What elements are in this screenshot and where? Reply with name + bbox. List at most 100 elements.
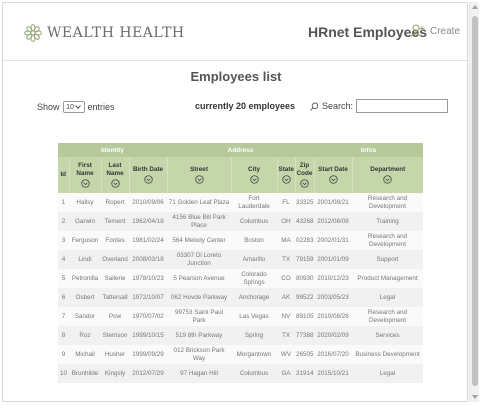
sort-icon[interactable] (80, 179, 90, 188)
sort-icon[interactable] (383, 175, 392, 184)
table-row[interactable]: 5 Petronilla Sallerie 1978/10/23 5 Pearson A… (58, 269, 423, 288)
col-birth-date-header[interactable]: Birth Date (128, 157, 167, 193)
create-label: Create (430, 25, 461, 37)
col-zip-code-cell: 31914 (295, 364, 315, 383)
col-last-name-header[interactable]: Last Name (100, 157, 129, 193)
scroll-up-arrow[interactable] (472, 5, 478, 9)
col-department-header[interactable]: Department (351, 157, 423, 193)
create-button[interactable]: Create (410, 23, 460, 39)
page-title: Employees list (190, 69, 282, 84)
col-birth-date-cell: 1962/04/18 (129, 212, 167, 231)
column-label: State (278, 165, 294, 173)
col-street-cell: 012 Brickson Park Way (167, 345, 231, 364)
table-row[interactable]: 2 Garwin Tement 1962/04/18 4156 Blue Bill Pa… (58, 212, 423, 231)
table-row[interactable]: 7 Sandor Pow 1970/07/02 99753 Saint Paul Par… (58, 307, 423, 326)
col-zip-code-cell: 43268 (295, 212, 315, 231)
col-city-cell: Morgantown (231, 345, 277, 364)
col-zip-code-cell: 89105 (295, 307, 315, 326)
sort-icon[interactable] (328, 175, 338, 184)
col-id-cell: 2 (58, 212, 69, 231)
col-state-cell: CO (277, 269, 295, 288)
col-first-name-cell: Sandor (69, 307, 101, 326)
col-department-cell: Training (352, 212, 423, 231)
col-first-name-cell: Petronilla (69, 269, 101, 288)
header: WEALTH HEALTH HRnet Employees Create (3, 3, 467, 61)
show-label: Show (37, 102, 60, 112)
col-street-cell: 99753 Saint Paul Park (167, 307, 231, 326)
entries-select[interactable]: 10 (62, 101, 85, 113)
brand[interactable]: WEALTH HEALTH (23, 23, 185, 43)
col-street-cell: 03307 Di Loreto Junction (167, 250, 231, 269)
scroll-down-arrow[interactable] (472, 395, 478, 399)
col-zip-code-cell: 26505 (295, 345, 315, 364)
col-last-name-cell: Overland (101, 250, 129, 269)
flower-logo-icon (24, 24, 42, 42)
col-city-header[interactable]: City (230, 157, 277, 193)
col-zip-code-cell: 33325 (295, 193, 315, 212)
column-label: Birth Date (132, 165, 164, 173)
sort-icon[interactable] (110, 179, 120, 188)
col-zip-code-header[interactable]: Zip Code (294, 157, 315, 193)
col-street-cell: 5 Pearson Avenue (167, 269, 231, 288)
search-icon (310, 102, 319, 111)
table-row[interactable]: 3 Ferguson Fontes 1981/02/24 564 Melody Cent… (58, 231, 423, 250)
col-zip-code-cell: 79159 (295, 250, 315, 269)
col-birth-date-cell: 1999/10/15 (129, 326, 167, 345)
group-header-row: Identity Address Infos (58, 143, 423, 157)
search-input[interactable] (356, 99, 449, 113)
col-birth-date-cell: 1999/09/29 (129, 345, 167, 364)
table-row[interactable]: 8 Roz Stemson 1999/10/15 519 8th Parkway Spri… (58, 326, 423, 345)
col-first-name-cell: Roz (69, 326, 101, 345)
col-city-cell: Amarillo (231, 250, 277, 269)
col-id-cell: 4 (58, 250, 69, 269)
scroll-thumb[interactable] (472, 16, 478, 386)
column-label: Street (190, 165, 208, 173)
col-last-name-cell: Husher (101, 345, 129, 364)
table-row[interactable]: 10 Brunhilde Kingsly 2012/07/29 97 Hagan Hil… (58, 364, 423, 383)
col-start-date-cell: 2010/12/23 (314, 269, 353, 288)
col-state-cell: AK (277, 288, 295, 307)
table-row[interactable]: 1 Hallsy Ropert 2010/09/06 71 Golden Leaf Pl… (58, 193, 423, 212)
entries-label: entries (87, 102, 115, 112)
col-city-cell: Colorado Springs (231, 269, 277, 288)
col-department-cell: Research and Development (352, 193, 423, 212)
col-department-cell: Legal (352, 364, 423, 383)
col-start-date-cell: 2012/08/08 (314, 212, 353, 231)
col-birth-date-cell: 2012/07/29 (129, 364, 167, 383)
column-label: Last Name (106, 162, 124, 177)
sort-icon[interactable] (249, 175, 259, 184)
col-state-cell: OH (277, 212, 295, 231)
col-id-header[interactable]: Id (58, 157, 69, 193)
col-id-cell: 5 (58, 269, 69, 288)
col-first-name-cell: Hallsy (69, 193, 101, 212)
col-city-cell: Spring (231, 326, 277, 345)
col-last-name-cell: Tattersall (101, 288, 129, 307)
sort-icon[interactable] (143, 175, 153, 184)
col-state-header[interactable]: State (276, 157, 295, 193)
col-last-name-cell: Stemson (101, 326, 129, 345)
col-first-name-cell: Osbert (69, 288, 101, 307)
table-row[interactable]: 6 Osbert Tattersall 1972/10/07 062 Hovde Par… (58, 288, 423, 307)
col-start-date-cell: 2015/10/21 (314, 364, 353, 383)
col-first-name-header[interactable]: First Name (68, 157, 101, 193)
col-id-cell: 9 (58, 345, 69, 364)
sort-icon[interactable] (300, 179, 309, 188)
col-state-cell: NV (277, 307, 295, 326)
col-zip-code-cell: 99522 (295, 288, 315, 307)
col-street-cell: 71 Golden Leaf Plaza (167, 193, 231, 212)
col-last-name-cell: Kingsly (101, 364, 129, 383)
col-street-cell: 519 8th Parkway (167, 326, 231, 345)
col-first-name-cell: Garwin (69, 212, 101, 231)
col-street-cell: 4156 Blue Bill Park Place (167, 212, 231, 231)
col-first-name-cell: Ferguson (69, 231, 101, 250)
col-birth-date-cell: 2008/03/18 (129, 250, 167, 269)
table-row[interactable]: 4 Lindi Overland 2008/03/18 03307 Di Loreto … (58, 250, 423, 269)
col-birth-date-cell: 2010/09/06 (129, 193, 167, 212)
page-scrollbar[interactable] (469, 2, 479, 402)
group-address: Address (167, 143, 315, 157)
table-row[interactable]: 9 Michail Husher 1999/09/29 012 Brickson Par… (58, 345, 423, 364)
col-street-header[interactable]: Street (166, 157, 231, 193)
sort-icon[interactable] (194, 175, 204, 184)
col-start-date-header[interactable]: Start Date (313, 157, 353, 193)
sort-icon[interactable] (281, 175, 291, 184)
